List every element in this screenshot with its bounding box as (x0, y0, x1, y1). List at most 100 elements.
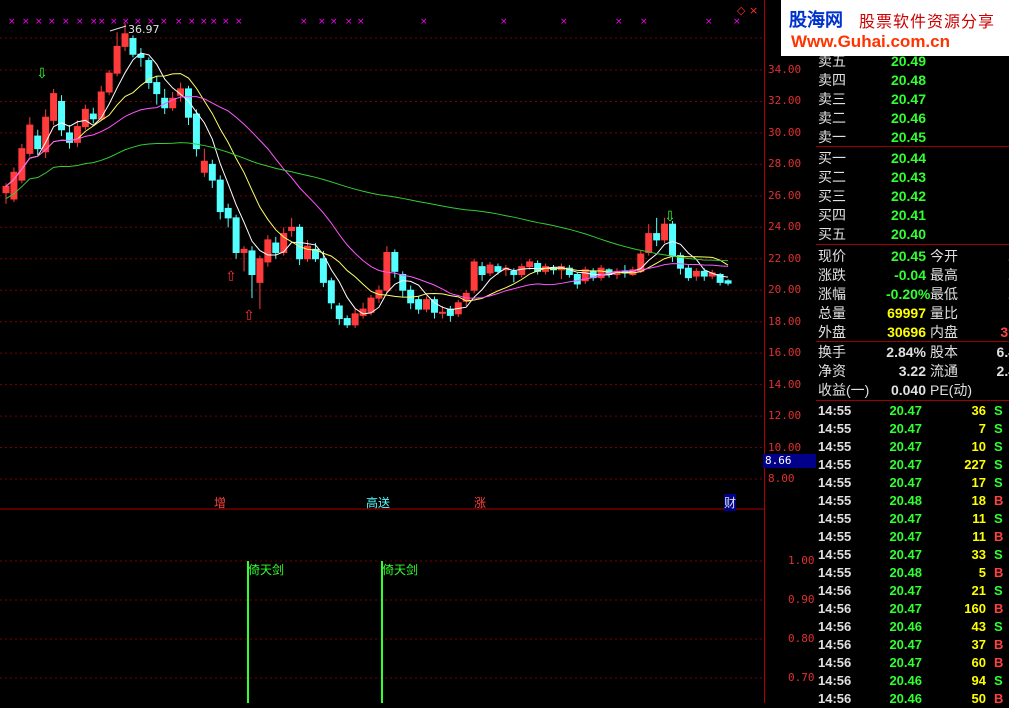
separator (816, 341, 1009, 342)
logo-brand: 股海网 (789, 10, 843, 31)
tick-row[interactable]: 14:56 20.46 43 S (816, 618, 1009, 636)
top-marker: × (420, 17, 428, 27)
logo-url: Www.Guhai.com.cn (791, 32, 950, 51)
quote-value: 2.84% (886, 344, 926, 360)
top-marker: × (640, 17, 648, 27)
current-price-marker: 8.66 (763, 454, 817, 468)
tick-row[interactable]: 14:55 20.48 5 B (816, 564, 1009, 582)
row-value: 20.41 (890, 207, 926, 223)
tick-time: 14:56 (818, 619, 852, 634)
tick-row[interactable]: 14:56 20.47 160 B (816, 600, 1009, 618)
price-axis-label: 34.00 (768, 63, 802, 76)
event-label-gaosong[interactable]: 高送 (366, 494, 390, 511)
tick-row[interactable]: 14:56 20.47 60 B (816, 654, 1009, 672)
quote-value: 20.45 (890, 248, 926, 264)
quote-panel: 卖五 20.49 卖四 20.48 卖三 20.47 卖二 20.46 卖一 20.45 买一 20.… (816, 0, 1009, 706)
quote-label-2: 量比 (930, 305, 958, 321)
quote-label-2: 最低 (930, 286, 958, 302)
tick-row[interactable]: 14:55 20.47 227 S (816, 456, 1009, 474)
tick-row[interactable]: 14:56 20.47 37 B (816, 636, 1009, 654)
price-axis-label: 26.00 (768, 188, 802, 202)
candle-body (391, 251, 399, 272)
row-label: 买一 (818, 150, 846, 166)
tick-row[interactable]: 14:55 20.47 33 S (816, 546, 1009, 564)
tick-volume: 33 (971, 547, 986, 562)
candle-body (653, 233, 661, 241)
top-marker: × (110, 17, 118, 27)
row-label: 卖三 (818, 91, 846, 107)
tick-row[interactable]: 14:55 20.47 17 S (816, 474, 1009, 492)
tick-side: S (994, 403, 1003, 418)
quote-value-2: 2 (976, 266, 1009, 284)
tick-row[interactable]: 14:56 20.46 94 S (816, 672, 1009, 690)
tick-row[interactable]: 14:55 20.47 11 B (816, 528, 1009, 546)
tick-price: 20.46 (889, 691, 922, 706)
top-marker: × (318, 17, 326, 27)
tick-volume: 7 (978, 421, 986, 436)
signal-label-1: 倚天剑 (248, 563, 285, 577)
down-arrow-icon: ⇩ (664, 209, 676, 225)
indicator-axis-label: 0.90 (788, 593, 815, 606)
tick-time: 14:56 (818, 673, 852, 688)
top-marker: × (300, 17, 308, 27)
quote-value: -0.04 (894, 267, 926, 283)
tick-row[interactable]: 14:55 20.48 18 B (816, 492, 1009, 510)
kline-chart-area[interactable]: × × × × × × × × × × × × × × × × × × × × × × × × × × × × × × × ⇩ ⇩ ⇧ ⇧ (0, 0, 765, 703)
tick-price: 20.47 (889, 475, 922, 490)
top-marker: × (62, 17, 70, 27)
tick-time: 14:55 (818, 475, 852, 490)
top-marker: × (160, 17, 168, 27)
candle-body (470, 261, 478, 291)
tick-price: 20.48 (889, 493, 922, 508)
separator (816, 400, 1009, 401)
tick-side: B (994, 529, 1004, 544)
quote-label: 外盘 (818, 324, 846, 340)
candle-body (478, 266, 486, 275)
tick-row[interactable]: 14:55 20.47 11 S (816, 510, 1009, 528)
candle-body (34, 135, 42, 150)
tick-price: 20.47 (889, 421, 922, 436)
event-label-zhang[interactable]: 涨 (474, 494, 486, 511)
bid-row: 买四 20.41 (816, 206, 1009, 224)
tick-row[interactable]: 14:56 20.46 50 B (816, 690, 1009, 708)
bid-row: 买五 20.40 (816, 225, 1009, 243)
tick-volume: 17 (971, 475, 986, 490)
candle-body (343, 318, 351, 326)
tick-volume: 10 (971, 439, 986, 454)
price-axis-label: 16.00 (768, 346, 802, 360)
kline-svg[interactable]: × × × × × × × × × × × × × × × × × × × × × × × × × × × × × × ×⇩⇩⇧⇧ (0, 0, 765, 703)
top-marker: × (188, 17, 196, 27)
logo-tagline: 股票软件资源分享 (859, 12, 996, 31)
event-label-cai[interactable]: 财 (724, 494, 737, 511)
separator (816, 146, 1009, 147)
candle-body (2, 185, 10, 194)
tick-row[interactable]: 14:55 20.47 10 S (816, 438, 1009, 456)
tick-time: 14:56 (818, 637, 852, 652)
candle-body (669, 223, 677, 257)
top-marker: × (35, 17, 43, 27)
quote-label: 收益(一) (818, 382, 870, 398)
tick-row[interactable]: 14:55 20.47 36 S (816, 402, 1009, 420)
tick-volume: 37 (971, 637, 986, 652)
top-marker: × (22, 17, 30, 27)
row-label: 买五 (818, 226, 846, 242)
up-arrow-icon: ⇧ (243, 308, 255, 324)
candle-body (256, 258, 264, 283)
candle-body (351, 313, 359, 326)
candle-body (73, 126, 81, 143)
tick-price: 20.47 (889, 547, 922, 562)
tick-price: 20.47 (889, 403, 922, 418)
tick-volume: 11 (972, 511, 986, 526)
tick-row[interactable]: 14:56 20.47 21 S (816, 582, 1009, 600)
event-label-zeng[interactable]: 增 (214, 494, 226, 511)
indicator-axis-label: 0.80 (788, 632, 815, 645)
quote-value: 69997 (887, 305, 926, 321)
top-marker: × (330, 17, 338, 27)
candle-body (248, 250, 256, 275)
quote-value: 0.040 (890, 382, 926, 398)
tick-row[interactable]: 14:55 20.47 7 S (816, 420, 1009, 438)
candle-body (438, 311, 446, 314)
row-label: 买三 (818, 188, 846, 204)
quote-label-2: 流通 (930, 363, 958, 379)
candle-body (645, 233, 653, 253)
